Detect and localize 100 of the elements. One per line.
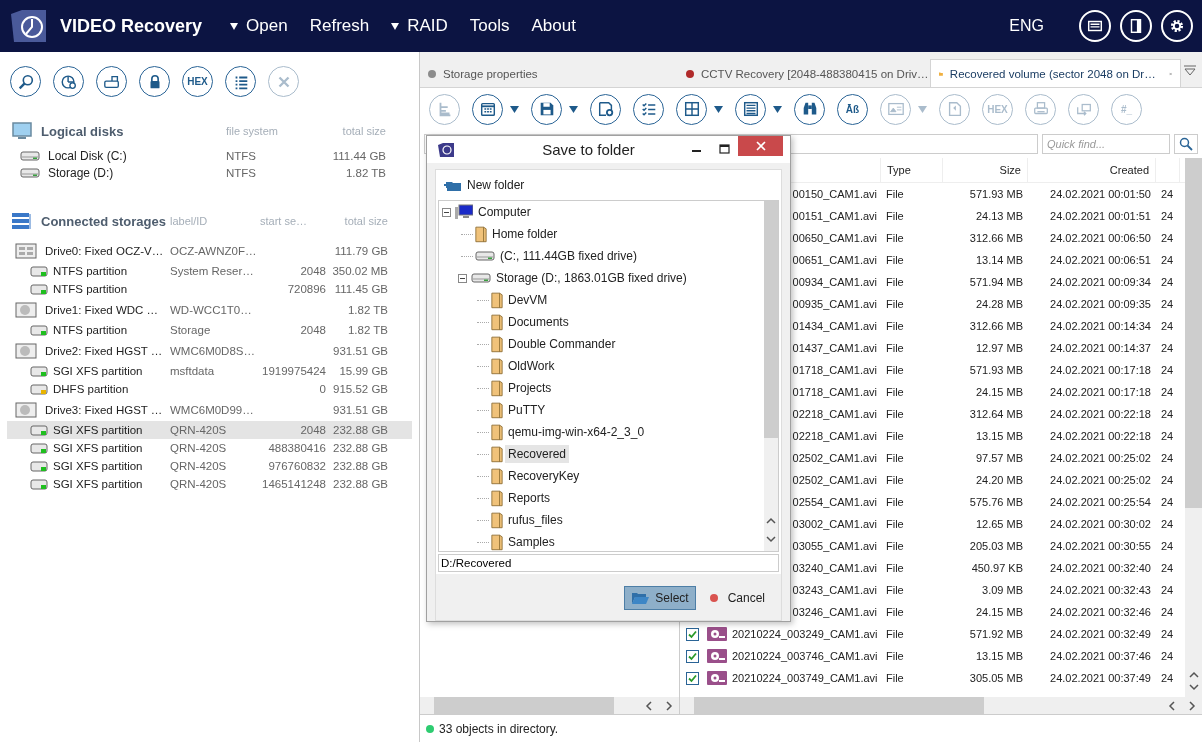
- path-field[interactable]: D:/Recovered: [438, 554, 779, 572]
- panel-button[interactable]: [735, 93, 766, 125]
- tree-item[interactable]: rufus_files: [505, 511, 566, 529]
- tree-item[interactable]: Home folder: [489, 225, 561, 243]
- hex-button[interactable]: HEX: [182, 66, 213, 97]
- tab-list-icon[interactable]: [1183, 65, 1197, 77]
- column-header[interactable]: Created: [1028, 158, 1156, 182]
- menu-item[interactable]: RAID: [391, 16, 448, 36]
- menu-item[interactable]: Open: [230, 16, 288, 36]
- expand-toggle[interactable]: [442, 207, 451, 217]
- save-settings-button[interactable]: [590, 93, 621, 125]
- tab[interactable]: CCTV Recovery [2048-488380415 on Driv…: [678, 61, 930, 87]
- table-cell-text: 24.02.2021 00:25:54: [1049, 496, 1152, 508]
- table-cell-text: 24: [1160, 650, 1175, 662]
- tree-item[interactable]: RecoveryKey: [505, 467, 583, 485]
- scroll-down-icon[interactable]: [765, 533, 777, 545]
- column-header[interactable]: Type: [881, 158, 943, 182]
- partition-row[interactable]: SGI XFS partition QRN-420S 976760832 232.88 GB: [7, 457, 412, 475]
- tree-item[interactable]: qemu-img-win-x64-2_3_0: [505, 423, 648, 441]
- tree-item[interactable]: Reports: [505, 489, 554, 507]
- settings-button[interactable]: [1161, 10, 1193, 42]
- folder-icon: [491, 379, 503, 397]
- menu-item[interactable]: Tools: [469, 16, 510, 36]
- tree-item[interactable]: Projects: [505, 379, 555, 397]
- select-button[interactable]: Select: [624, 586, 696, 610]
- quick-find-field[interactable]: Quick find...: [1042, 134, 1170, 154]
- tree-item[interactable]: DevVM: [505, 291, 551, 309]
- table-cell-text: 24.20 MB: [974, 474, 1024, 486]
- menu-item[interactable]: About: [531, 16, 576, 36]
- table-cell-text: 450.97 KB: [970, 562, 1024, 574]
- save-button[interactable]: [531, 93, 562, 125]
- new-folder-button[interactable]: New folder: [440, 173, 529, 197]
- scrollbar-thumb[interactable]: [434, 697, 614, 714]
- partition-row[interactable]: SGI XFS partition QRN-420S 2048 232.88 GB: [7, 421, 412, 439]
- partition-row[interactable]: NTFS partition System Reser… 2048 350.02 MB: [7, 262, 412, 280]
- tree-item[interactable]: Recovered: [505, 445, 570, 463]
- sidebar-button[interactable]: [1120, 10, 1152, 42]
- drive-name[interactable]: Drive2: Fixed HGST …: [45, 344, 163, 357]
- find-button[interactable]: [794, 93, 825, 125]
- table-cell-text: 24: [1160, 672, 1175, 684]
- scrollbar-thumb[interactable]: [764, 201, 778, 438]
- partition-name: DHFS partition: [53, 383, 129, 395]
- checkbox[interactable]: [686, 627, 699, 641]
- scroll-right-icon[interactable]: [1186, 699, 1198, 712]
- table-cell-text: 24: [1160, 210, 1175, 222]
- tree-item[interactable]: Storage (D:, 1863.01GB fixed drive): [493, 269, 690, 287]
- disk-name[interactable]: Local Disk (C:): [48, 148, 127, 163]
- calendar-button[interactable]: [472, 93, 503, 125]
- table-cell-text: 24: [1160, 188, 1175, 200]
- dropdown-icon[interactable]: [510, 105, 519, 113]
- scroll-right-icon[interactable]: [663, 699, 675, 712]
- checkbox[interactable]: [686, 671, 699, 685]
- lock-button[interactable]: [139, 66, 170, 97]
- scrollbar-thumb[interactable]: [694, 697, 984, 714]
- search-button[interactable]: [1174, 134, 1198, 154]
- scroll-left-icon[interactable]: [1166, 699, 1178, 712]
- partition-row[interactable]: NTFS partition 720896 111.45 GB: [7, 280, 412, 298]
- dropdown-icon[interactable]: [569, 105, 578, 113]
- tree-item[interactable]: Documents: [505, 313, 572, 331]
- disk-name[interactable]: Storage (D:): [48, 165, 114, 180]
- table-cell-text: 24.02.2021 00:30:55: [1049, 540, 1152, 552]
- folder-icon: [491, 445, 503, 463]
- hex-button[interactable]: Āß: [837, 93, 868, 125]
- tree-item[interactable]: Samples: [505, 533, 558, 551]
- grid-button[interactable]: [676, 93, 707, 125]
- partition-row[interactable]: SGI XFS partition msftdata 1919975424 15.99 GB: [7, 362, 412, 380]
- scroll-down-icon[interactable]: [1187, 681, 1200, 693]
- cancel-button[interactable]: Cancel: [703, 586, 771, 610]
- dropdown-icon[interactable]: [714, 105, 723, 113]
- checklist-button[interactable]: [633, 93, 664, 125]
- tree-item[interactable]: (C:, 111.44GB fixed drive): [497, 247, 640, 265]
- scrollbar-thumb[interactable]: [1185, 158, 1202, 508]
- table-cell-text: 24.13 MB: [974, 210, 1024, 222]
- list-button[interactable]: [225, 66, 256, 97]
- menu-item[interactable]: Refresh: [309, 16, 370, 36]
- folder-icon: [491, 291, 503, 309]
- table-cell-text: 24.02.2021 00:01:50: [1049, 188, 1152, 200]
- start-sector: 1465141248: [261, 478, 326, 490]
- partition-row[interactable]: NTFS partition Storage 2048 1.82 TB: [7, 321, 412, 339]
- tree-item[interactable]: Computer: [475, 203, 534, 221]
- partition-row[interactable]: DHFS partition 0 915.52 GB: [7, 380, 412, 398]
- column-header[interactable]: Size: [943, 158, 1028, 182]
- image-button[interactable]: [96, 66, 127, 97]
- dropdown-icon[interactable]: [773, 105, 782, 113]
- tree-item[interactable]: OldWork: [505, 357, 558, 375]
- drive-name[interactable]: Drive3: Fixed HGST …: [45, 403, 163, 416]
- window-button[interactable]: [1079, 10, 1111, 42]
- drive-name[interactable]: Drive1: Fixed WDC …: [45, 303, 159, 316]
- tab[interactable]: Recovered volume (sector 2048 on Dr…: [930, 59, 1181, 87]
- drive-name[interactable]: Drive0: Fixed OCZ-V…: [45, 244, 164, 257]
- tree-item[interactable]: PuTTY: [505, 401, 549, 419]
- tree-item[interactable]: Double Commander: [505, 335, 619, 353]
- chart-button[interactable]: [53, 66, 84, 97]
- partition-row[interactable]: SGI XFS partition QRN-420S 488380416 232.88 GB: [7, 439, 412, 457]
- scan-button[interactable]: [10, 66, 41, 97]
- partition-row[interactable]: SGI XFS partition QRN-420S 1465141248 232.88 GB: [7, 475, 412, 493]
- expand-toggle[interactable]: [458, 273, 467, 283]
- checkbox[interactable]: [686, 649, 699, 663]
- scroll-left-icon[interactable]: [643, 699, 655, 712]
- tab[interactable]: Storage properties: [420, 61, 678, 87]
